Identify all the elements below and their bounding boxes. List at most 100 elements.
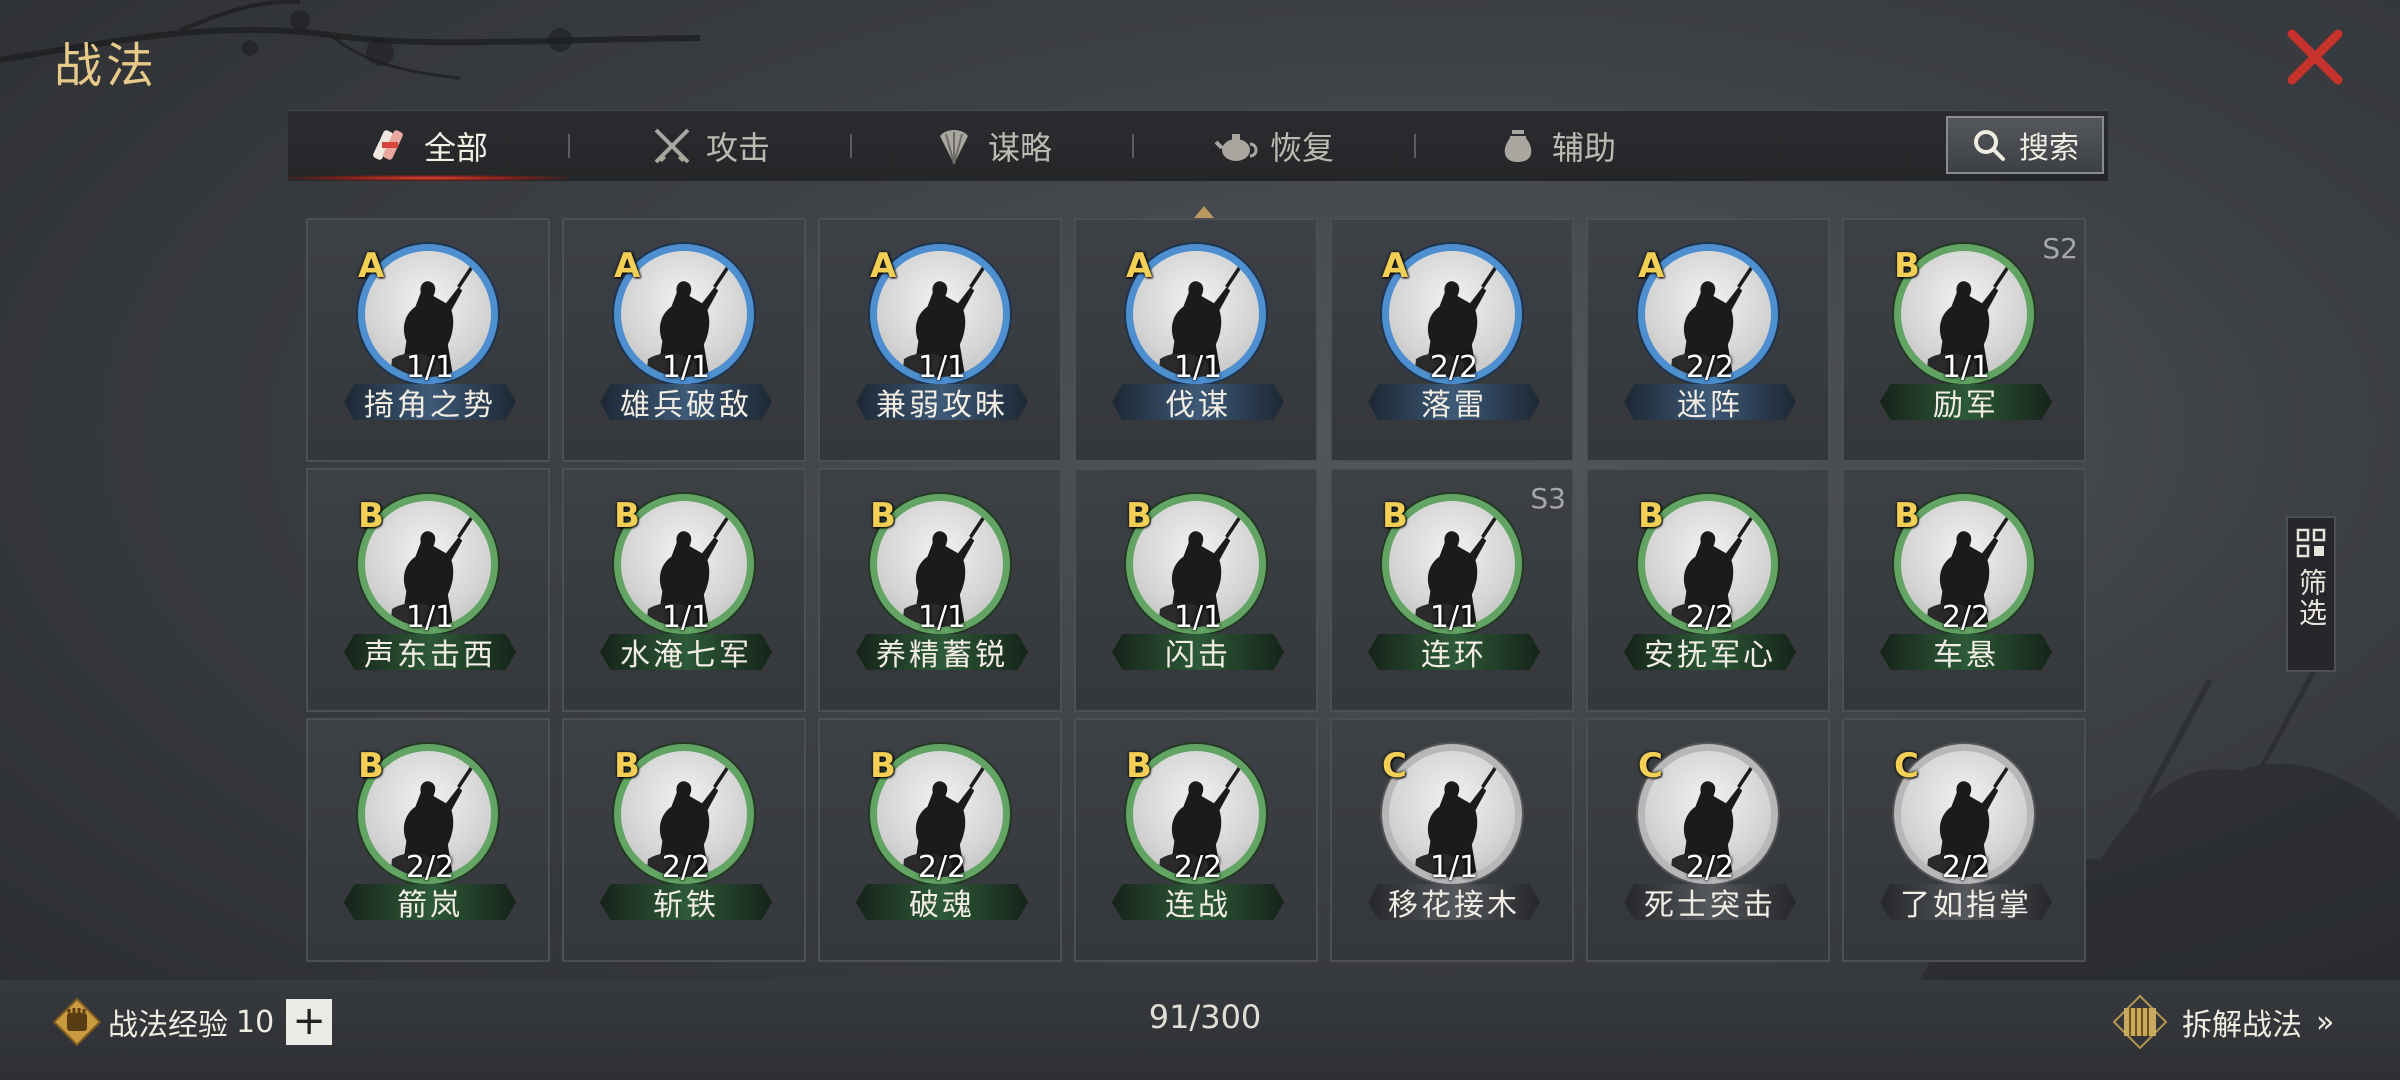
tactic-grade: A [358,246,385,286]
close-icon[interactable] [2284,26,2346,88]
tactic-grade: A [1382,246,1409,286]
exp-value: 10 [236,1004,275,1040]
tactic-level: 1/1 [405,350,455,385]
tactic-card[interactable]: B 1/1 水淹七军 [562,468,806,712]
tactic-name: 兼弱攻昧 [856,384,1028,420]
tab-recovery[interactable]: 恢复 [1134,111,1414,181]
tactic-card[interactable]: A 1/1 雄兵破敌 [562,218,806,462]
scroll-up-icon[interactable] [1194,204,1214,218]
filter-label: 筛选 [2295,568,2328,628]
scroll-bundle-icon [373,130,403,160]
tactic-grade: B [614,496,640,536]
tactic-card[interactable]: B 2/2 箭岚 [306,718,550,962]
tab-strategy[interactable]: 谋略 [852,111,1132,181]
tactic-grade: B [870,496,896,536]
tactic-grade: B [1894,496,1920,536]
search-button[interactable]: 搜索 [1946,116,2104,174]
tactic-level: 2/2 [661,850,711,885]
grid-filter-icon [2296,528,2326,558]
pouch-icon [1504,130,1532,162]
tactic-name: 安抚军心 [1624,634,1796,670]
tactic-grade: B [1638,496,1664,536]
tactic-name: 连战 [1112,884,1284,920]
tactic-name: 掎角之势 [344,384,516,420]
tactic-card[interactable]: B 2/2 安抚军心 [1586,468,1830,712]
tactic-card[interactable]: A 1/1 兼弱攻昧 [818,218,1062,462]
tactic-grade: B [358,496,384,536]
filter-button[interactable]: 筛选 [2286,516,2336,672]
tactic-grade: B [1126,496,1152,536]
bamboo-scroll-icon [2112,994,2168,1050]
tactic-name: 连环 [1368,634,1540,670]
tactic-name: 励军 [1880,384,2052,420]
tab-support-label: 辅助 [1551,129,1616,167]
tactic-grade: C [1894,746,1919,786]
tactic-grade: B [1894,246,1920,286]
tactics-grid: A 1/1 掎角之势 A 1/1 雄兵破敌 A 1/1 兼弱攻昧 A 1/1 伐… [306,218,2090,962]
tactic-level: 1/1 [1429,600,1479,635]
tactic-grade: A [1126,246,1153,286]
tactic-level: 2/2 [405,850,455,885]
tactic-name: 移花接木 [1368,884,1540,920]
tactic-name: 车悬 [1880,634,2052,670]
tactic-card[interactable]: A 2/2 落雷 [1330,218,1574,462]
tactic-name: 死士突击 [1624,884,1796,920]
tactic-name: 箭岚 [344,884,516,920]
tactic-card[interactable]: B 2/2 斩铁 [562,718,806,962]
exp-label: 战法经验 [108,1008,228,1043]
tactic-card[interactable]: B 1/1 闪击 [1074,468,1318,712]
tactic-level: 2/2 [1685,350,1735,385]
tactic-count: 91/300 [1148,998,1262,1036]
tab-support[interactable]: 辅助 [1416,111,1696,181]
tactic-level: 1/1 [1173,350,1223,385]
tactic-level: 2/2 [1173,850,1223,885]
tactic-card[interactable]: A 1/1 伐谋 [1074,218,1318,462]
tactic-level: 2/2 [917,850,967,885]
tactic-grade: B [1126,746,1152,786]
tactic-level: 2/2 [1429,350,1479,385]
tactic-name: 落雷 [1368,384,1540,420]
tactic-grade: C [1382,746,1407,786]
tactic-card[interactable]: A 1/1 掎角之势 [306,218,550,462]
tactic-grade: A [1638,246,1665,286]
tactic-card[interactable]: B 1/1 声东击西 [306,468,550,712]
feather-fan-icon [939,130,968,165]
tactic-card[interactable]: A 2/2 迷阵 [1586,218,1830,462]
tab-recovery-label: 恢复 [1269,129,1334,167]
tactic-card[interactable]: C 2/2 了如指掌 [1842,718,2086,962]
tactic-grade: B [1382,496,1408,536]
tactic-level: 1/1 [661,350,711,385]
tactic-level: 2/2 [1941,850,1991,885]
search-icon [1974,130,2005,161]
tactic-level: 2/2 [1685,850,1735,885]
fist-emblem-icon [52,997,102,1047]
dismantle-tactics-button[interactable]: 拆解战法 » [2112,992,2334,1052]
add-exp-button[interactable]: + [286,999,333,1045]
tactic-card[interactable]: B 1/1 养精蓄锐 [818,468,1062,712]
tactic-card[interactable]: C 1/1 移花接木 [1330,718,1574,962]
tactic-card[interactable]: B 1/1 S2 励军 [1842,218,2086,462]
tactic-level: 1/1 [917,600,967,635]
tactic-card[interactable]: B 1/1 S3 连环 [1330,468,1574,712]
tactic-level: 2/2 [1685,600,1735,635]
tactic-exp-display: 战法经验 10 + [52,996,333,1048]
tab-attack-label: 攻击 [705,129,770,167]
double-chevron-right-icon: » [2316,1004,2335,1040]
tactic-name: 伐谋 [1112,384,1284,420]
season-badge: S2 [2042,232,2078,265]
tactic-card[interactable]: B 2/2 连战 [1074,718,1318,962]
tactic-card[interactable]: C 2/2 死士突击 [1586,718,1830,962]
tactic-level: 1/1 [917,350,967,385]
page-title: 战法 [54,38,159,94]
tactic-level: 1/1 [1941,350,1991,385]
season-badge: S3 [1530,482,1566,515]
tactic-grade: B [358,746,384,786]
tab-attack[interactable]: 攻击 [570,111,850,181]
category-tab-bar: 全部 攻击 谋略 恢复 辅助 [288,110,2108,181]
tactic-card[interactable]: B 2/2 破魂 [818,718,1062,962]
tactic-level: 1/1 [661,600,711,635]
tactic-card[interactable]: B 2/2 车悬 [1842,468,2086,712]
tab-all[interactable]: 全部 [288,111,568,181]
tactic-name: 破魂 [856,884,1028,920]
tactic-grade: A [870,246,897,286]
